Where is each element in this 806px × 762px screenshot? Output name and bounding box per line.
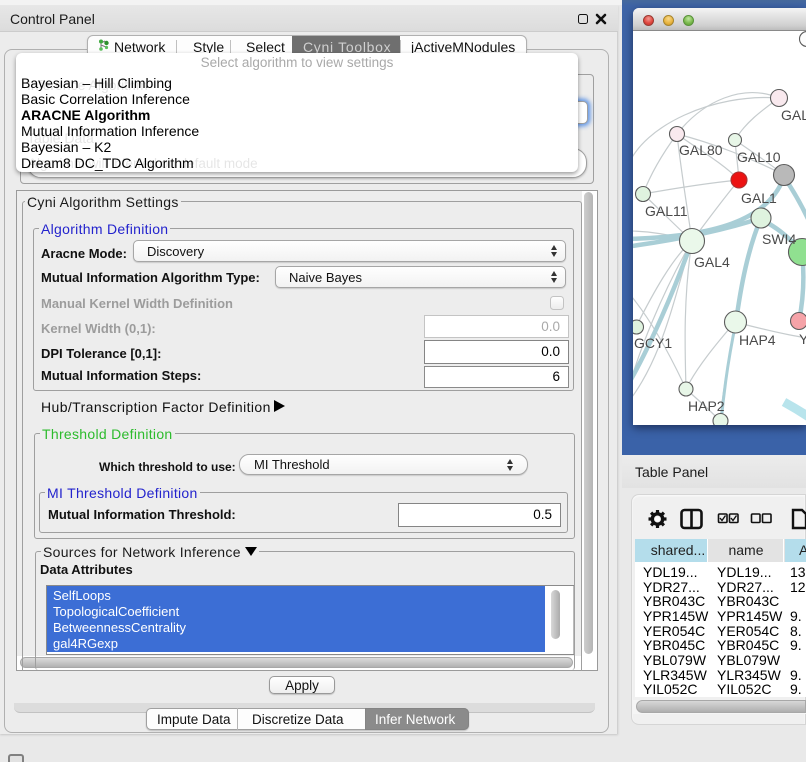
svg-text:GAL10: GAL10	[737, 149, 781, 165]
svg-text:SWI4: SWI4	[762, 231, 796, 247]
svg-text:GAL80: GAL80	[679, 142, 723, 158]
svg-text:HAP2: HAP2	[688, 398, 725, 414]
svg-text:GAL4: GAL4	[694, 254, 730, 270]
svg-text:GAL1: GAL1	[741, 190, 777, 206]
svg-text:HAP4: HAP4	[739, 332, 776, 348]
svg-text:GCY1: GCY1	[634, 335, 672, 351]
svg-text:GAL11: GAL11	[645, 203, 688, 219]
svg-text:Y: Y	[799, 331, 806, 347]
svg-text:GAL7: GAL7	[781, 107, 806, 123]
